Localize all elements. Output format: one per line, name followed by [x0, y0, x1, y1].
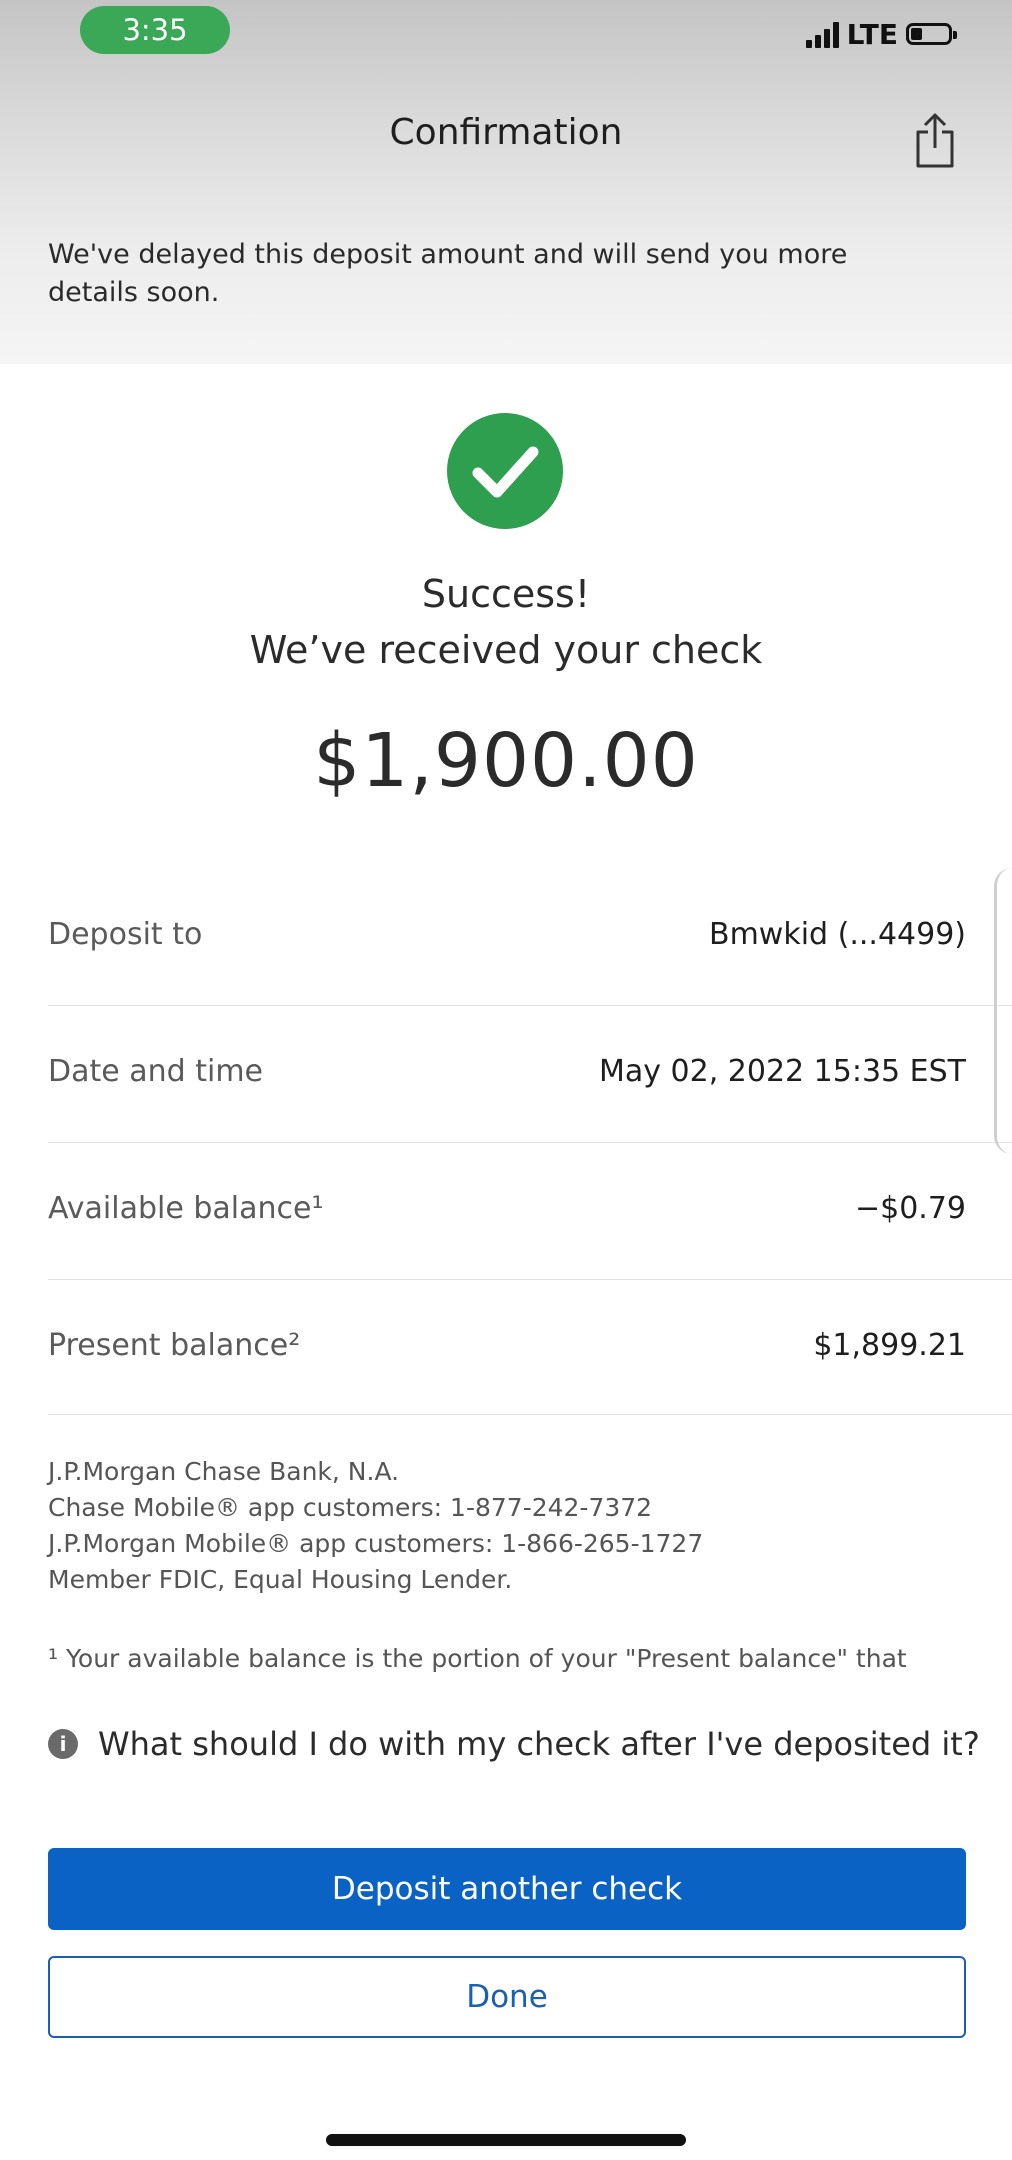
page-title: Confirmation	[389, 112, 623, 153]
detail-row-available-balance: Available balance¹ −$0.79	[48, 1142, 966, 1276]
success-title: Success!	[421, 572, 591, 616]
status-indicators: LTE	[805, 14, 957, 54]
disclosure-line: Chase Mobile® app customers: 1-877-242-7…	[48, 1493, 653, 1522]
delay-notice: We've delayed this deposit amount and wi…	[48, 239, 848, 308]
share-icon[interactable]	[910, 110, 960, 170]
detail-label: Date and time	[48, 1054, 263, 1089]
detail-label: Available balance¹	[48, 1191, 324, 1226]
success-message: Success! We’ve received your check	[0, 566, 1012, 678]
disclosure-line: J.P.Morgan Mobile® app customers: 1-866-…	[48, 1529, 704, 1558]
faq-text: What should I do with my check after I'v…	[98, 1725, 980, 1763]
scroll-edge	[994, 868, 1012, 1154]
detail-row-date-time: Date and time May 02, 2022 15:35 EST	[48, 1005, 966, 1139]
home-indicator[interactable]	[326, 2134, 686, 2146]
detail-value: −$0.79	[854, 1191, 966, 1226]
signal-icon	[805, 20, 839, 48]
checkmark-circle-icon	[447, 413, 563, 529]
status-time[interactable]: 3:35	[80, 6, 230, 54]
done-button[interactable]: Done	[48, 1956, 966, 2038]
detail-label: Deposit to	[48, 917, 203, 952]
disclosure-line: Member FDIC, Equal Housing Lender.	[48, 1565, 513, 1594]
detail-label: Present balance²	[48, 1328, 301, 1363]
success-subtitle: We’ve received your check	[249, 628, 763, 672]
check-faq-link[interactable]: i What should I do with my check after I…	[48, 1722, 980, 1766]
detail-row-present-balance: Present balance² $1,899.21	[48, 1279, 966, 1413]
deposit-amount: $1,900.00	[313, 718, 699, 804]
balance-footnote: ¹ Your available balance is the portion …	[48, 1644, 907, 1673]
detail-row-deposit-to: Deposit to Bmwkid (...4499)	[48, 868, 966, 1002]
network-label: LTE	[846, 17, 898, 51]
battery-icon	[906, 23, 957, 45]
bank-disclosure: J.P.Morgan Chase Bank, N.A. Chase Mobile…	[48, 1454, 948, 1598]
deposit-another-check-button[interactable]: Deposit another check	[48, 1848, 966, 1930]
detail-value: $1,899.21	[813, 1328, 966, 1363]
divider	[48, 1414, 1012, 1415]
detail-value: May 02, 2022 15:35 EST	[598, 1054, 966, 1089]
detail-value: Bmwkid (...4499)	[709, 917, 966, 952]
disclosure-line: J.P.Morgan Chase Bank, N.A.	[48, 1457, 400, 1486]
info-icon: i	[48, 1729, 78, 1759]
